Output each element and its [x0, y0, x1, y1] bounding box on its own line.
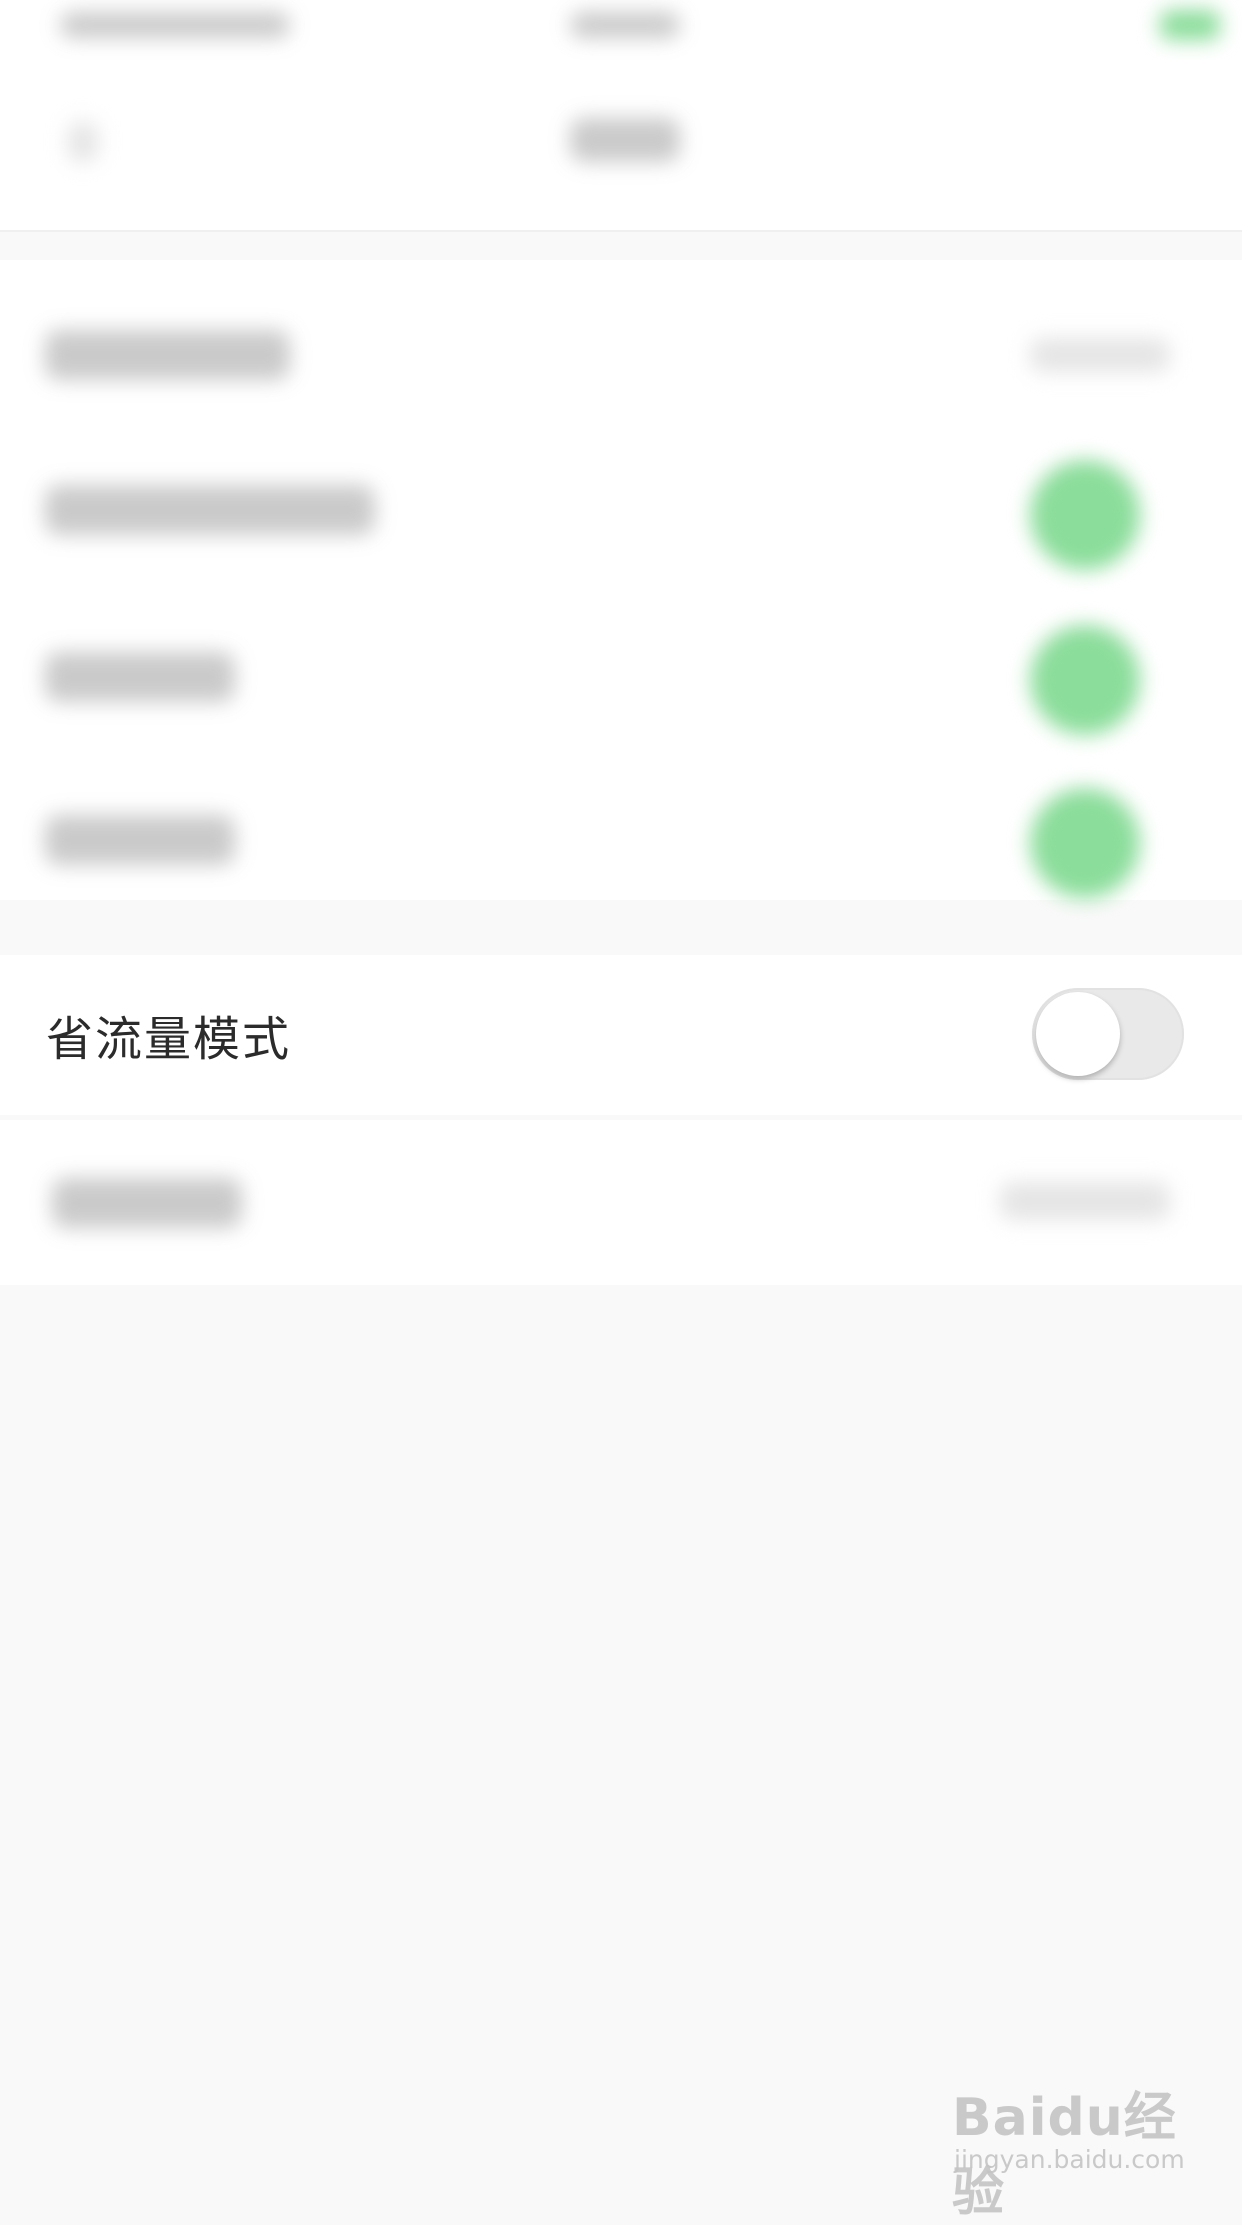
settings-group-blurred [0, 260, 1242, 900]
setting-row-3-label-blur [45, 652, 235, 702]
setting-row-4-label-blur [45, 815, 235, 865]
setting-row-last-label-blur [52, 1178, 242, 1228]
data-saver-toggle[interactable] [1032, 988, 1184, 1080]
setting-row-2-toggle-blur[interactable] [1030, 460, 1140, 570]
data-saver-row[interactable]: 省流量模式 [0, 955, 1242, 1115]
status-carrier-blur [60, 12, 290, 38]
toggle-knob [1036, 992, 1120, 1076]
watermark-url: jingyan.baidu.com [954, 2145, 1185, 2174]
setting-row-1-label-blur [45, 330, 290, 380]
data-saver-label: 省流量模式 [46, 1012, 291, 1068]
status-bar [0, 0, 1242, 60]
status-time-blur [570, 12, 680, 38]
setting-row-3-toggle-blur[interactable] [1030, 625, 1140, 735]
page-title-blur [570, 118, 680, 162]
setting-row-last-blurred [0, 1120, 1242, 1285]
watermark: Baidu经验 jingyan.baidu.com [948, 2075, 1208, 2223]
navigation-bar [0, 60, 1242, 232]
setting-row-2-label-blur [45, 485, 375, 535]
status-battery-blur [1160, 10, 1220, 40]
setting-row-4-toggle-blur[interactable] [1030, 788, 1140, 898]
setting-row-last-value-blur [1000, 1182, 1170, 1220]
setting-row-1-value-blur [1030, 338, 1170, 372]
back-arrow-icon[interactable] [68, 122, 98, 162]
